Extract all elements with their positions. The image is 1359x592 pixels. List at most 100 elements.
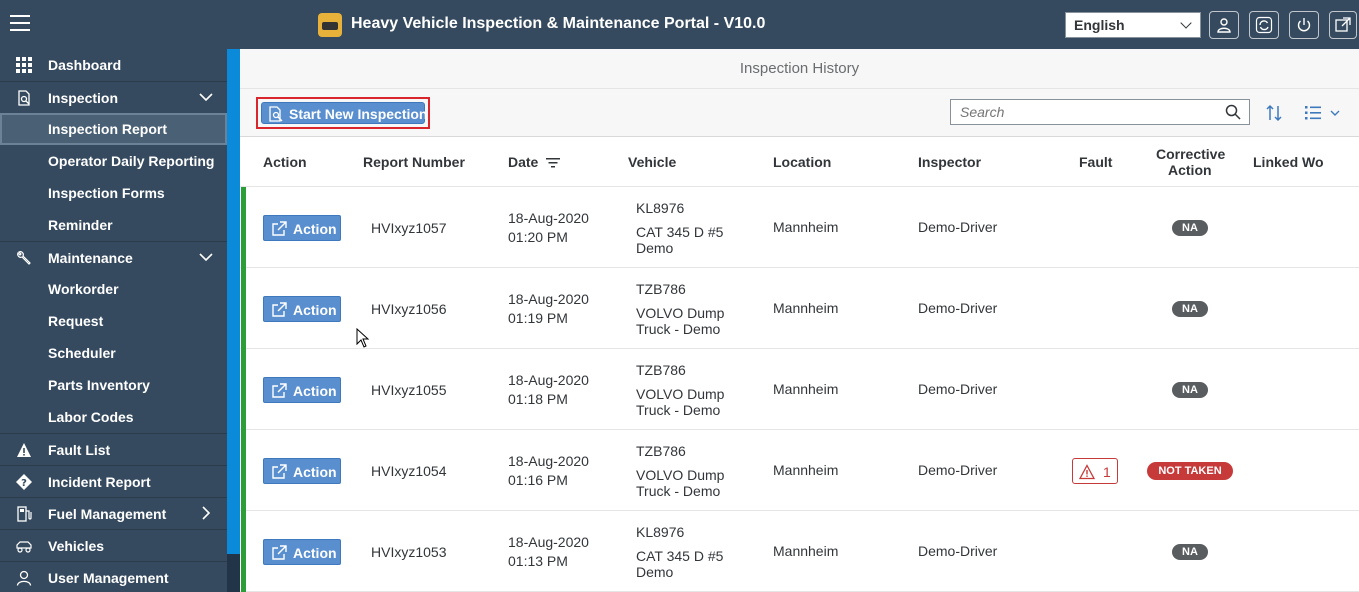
sidebar: Dashboard Inspection Inspection Report O… — [0, 49, 227, 592]
language-select[interactable]: English — [1065, 12, 1201, 38]
sidebar-item-label: Inspection Report — [48, 121, 168, 137]
table-row[interactable]: Action HVIxyz1054 18-Aug-2020 01:16 PM T… — [240, 430, 1359, 511]
action-button[interactable]: Action — [263, 458, 341, 484]
vehicle-name-line1: VOLVO Dump — [636, 305, 725, 321]
sidebar-item-reminder[interactable]: Reminder — [0, 209, 227, 241]
location: Mannheim — [773, 543, 839, 559]
sidebar-item-user-management[interactable]: User Management — [0, 561, 227, 592]
time: 01:19 PM — [508, 310, 568, 326]
fuel-icon — [17, 506, 32, 522]
col-header-location[interactable]: Location — [773, 154, 831, 170]
col-header-corrective-action-line2[interactable]: Action — [1168, 162, 1212, 178]
col-header-corrective-action-line1[interactable]: Corrective — [1156, 146, 1225, 162]
col-header-vehicle[interactable]: Vehicle — [628, 154, 676, 170]
action-button[interactable]: Action — [263, 377, 341, 403]
date: 18-Aug-2020 — [508, 372, 589, 388]
location: Mannheim — [773, 381, 839, 397]
sort-icon[interactable] — [1264, 103, 1284, 123]
user-profile-button[interactable] — [1209, 11, 1239, 39]
sidebar-item-inspection-report[interactable]: Inspection Report — [0, 113, 227, 145]
col-header-inspector[interactable]: Inspector — [918, 154, 981, 170]
sidebar-item-maintenance[interactable]: Maintenance — [0, 241, 227, 273]
inspection-icon — [18, 90, 30, 106]
fault-count-button[interactable]: 1 — [1072, 458, 1118, 484]
col-header-fault[interactable]: Fault — [1079, 154, 1112, 170]
table-row[interactable]: Action HVIxyz1055 18-Aug-2020 01:18 PM T… — [240, 349, 1359, 430]
refresh-icon — [1255, 16, 1273, 34]
start-new-inspection-label: Start New Inspection — [289, 106, 428, 122]
vehicle-id: KL8976 — [636, 200, 685, 216]
vehicle-name-line1: VOLVO Dump — [636, 467, 725, 483]
fullscreen-button[interactable] — [1329, 11, 1357, 39]
chevron-down-icon — [1180, 17, 1192, 29]
sidebar-item-inspection[interactable]: Inspection — [0, 81, 227, 113]
sidebar-item-inspection-forms[interactable]: Inspection Forms — [0, 177, 227, 209]
action-button[interactable]: Action — [263, 539, 341, 565]
search-field[interactable] — [950, 99, 1250, 125]
action-label: Action — [293, 302, 337, 318]
status-bar — [241, 430, 246, 511]
sidebar-item-label: Incident Report — [48, 474, 151, 490]
main-content: Inspection History Start New Inspection … — [240, 49, 1359, 592]
inspector: Demo-Driver — [918, 543, 998, 559]
sidebar-item-operator-daily-reporting[interactable]: Operator Daily Reporting — [0, 145, 227, 177]
start-button-highlight: Start New Inspection — [256, 97, 430, 129]
col-header-report-number[interactable]: Report Number — [363, 154, 465, 170]
logout-button[interactable] — [1289, 11, 1319, 39]
sidebar-item-label: Fuel Management — [48, 506, 167, 522]
sidebar-item-fuel-management[interactable]: Fuel Management — [0, 497, 227, 529]
sidebar-accent-strip — [227, 49, 240, 554]
status-bar — [241, 511, 246, 592]
menu-icon[interactable] — [10, 15, 30, 33]
sidebar-item-label: Maintenance — [48, 250, 133, 266]
sidebar-item-label: Dashboard — [48, 57, 122, 73]
shell-header: Heavy Vehicle Inspection & Maintenance P… — [0, 0, 1359, 49]
sidebar-item-scheduler[interactable]: Scheduler — [0, 337, 227, 369]
user-icon — [16, 570, 32, 586]
inspector: Demo-Driver — [918, 300, 998, 316]
col-header-linked-wo[interactable]: Linked Wo — [1253, 154, 1324, 170]
search-input[interactable] — [951, 100, 1221, 124]
sidebar-item-dashboard[interactable]: Dashboard — [0, 49, 227, 81]
expand-icon — [1335, 17, 1351, 32]
sidebar-item-label: Inspection — [48, 90, 119, 106]
status-bar — [241, 187, 246, 268]
chevron-right-icon — [202, 506, 211, 520]
vehicles-icon — [16, 541, 32, 553]
time: 01:16 PM — [508, 472, 568, 488]
report-number: HVIxyz1056 — [371, 301, 447, 317]
col-header-date[interactable]: Date — [508, 154, 538, 170]
report-number: HVIxyz1057 — [371, 220, 447, 236]
sidebar-item-request[interactable]: Request — [0, 305, 227, 337]
sidebar-item-workorder[interactable]: Workorder — [0, 273, 227, 305]
chevron-down-icon — [199, 253, 213, 262]
time: 01:13 PM — [508, 553, 568, 569]
vehicle-name-line2: Truck - Demo — [636, 483, 721, 499]
toolbar: Start New Inspection — [240, 89, 1359, 137]
sidebar-item-labor-codes[interactable]: Labor Codes — [0, 401, 227, 433]
sidebar-item-label: Fault List — [48, 442, 111, 458]
sidebar-item-incident-report[interactable]: ? Incident Report — [0, 465, 227, 497]
list-menu-icon[interactable] — [1304, 103, 1344, 123]
status-badge: NA — [1172, 382, 1208, 398]
refresh-button[interactable] — [1249, 11, 1279, 39]
action-label: Action — [293, 383, 337, 399]
sidebar-item-fault-list[interactable]: Fault List — [0, 433, 227, 465]
table-row[interactable]: Action HVIxyz1057 18-Aug-2020 01:20 PM K… — [240, 187, 1359, 268]
action-button[interactable]: Action — [263, 215, 341, 241]
search-icon[interactable] — [1225, 104, 1241, 120]
sidebar-item-label: Scheduler — [48, 345, 116, 361]
mouse-cursor-icon — [356, 328, 370, 348]
vehicle-name-line1: CAT 345 D #5 — [636, 548, 724, 564]
action-button[interactable]: Action — [263, 296, 341, 322]
table-row[interactable]: Action HVIxyz1056 18-Aug-2020 01:19 PM T… — [240, 268, 1359, 349]
warning-icon — [17, 443, 31, 457]
vehicle-name-line2: Truck - Demo — [636, 402, 721, 418]
sidebar-item-parts-inventory[interactable]: Parts Inventory — [0, 369, 227, 401]
sidebar-item-label: Request — [48, 313, 104, 329]
table-row[interactable]: Action HVIxyz1053 18-Aug-2020 01:13 PM K… — [240, 511, 1359, 592]
date: 18-Aug-2020 — [508, 210, 589, 226]
start-new-inspection-button[interactable]: Start New Inspection — [261, 102, 428, 124]
external-link-icon — [272, 464, 287, 479]
sidebar-item-vehicles[interactable]: Vehicles — [0, 529, 227, 561]
